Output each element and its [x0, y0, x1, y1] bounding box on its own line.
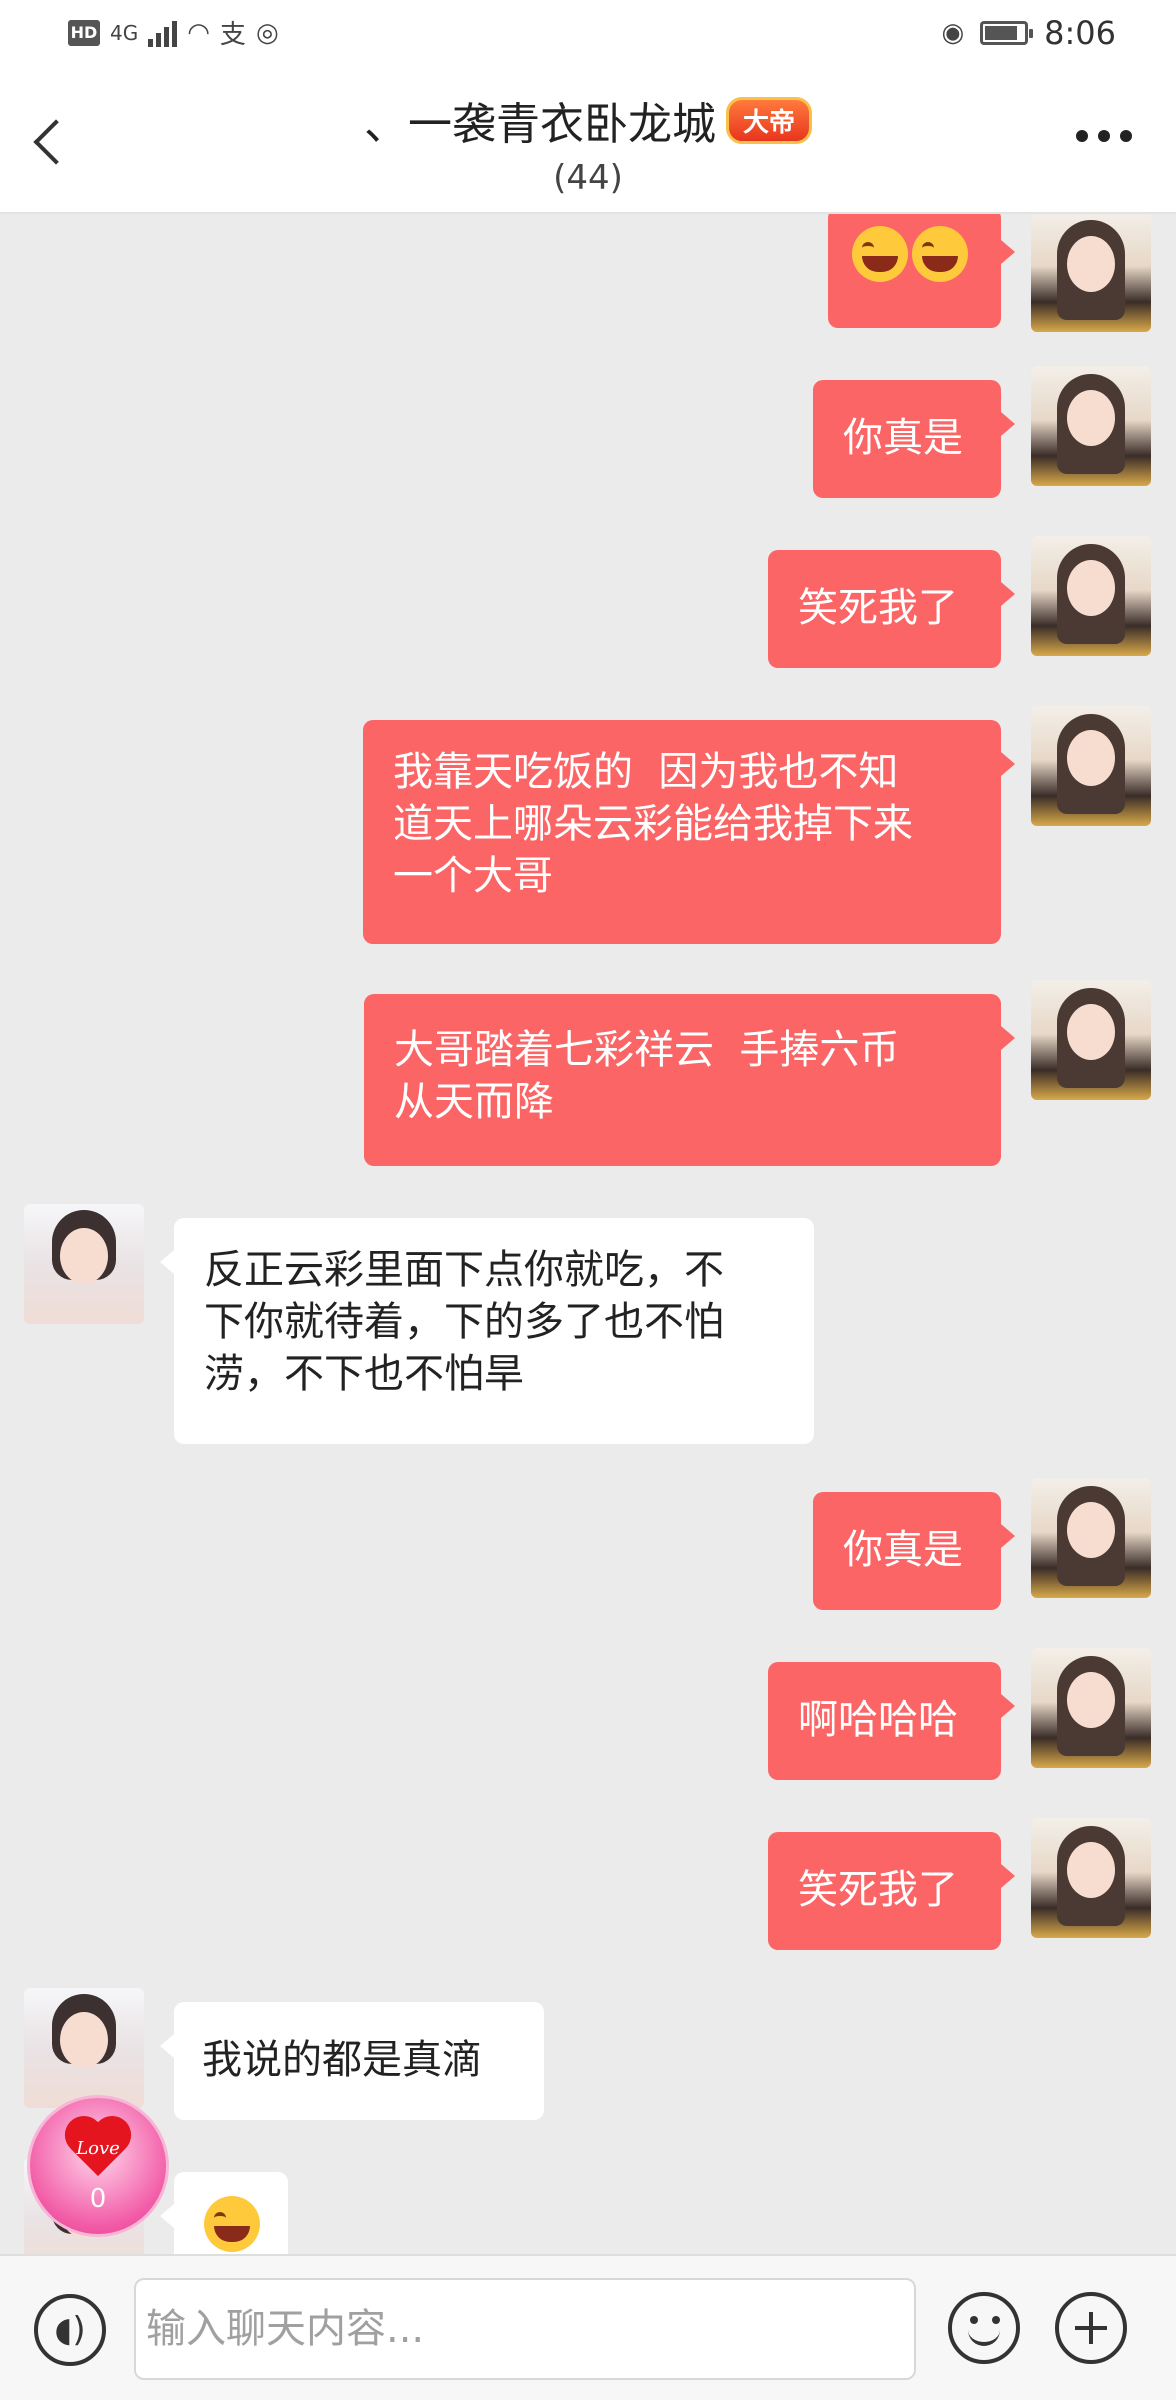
input-bar: ◖)	[0, 2254, 1176, 2400]
message-list[interactable]: 你真是 笑死我了 我靠天吃饭的 因为我也不知 道天上哪朵云彩能给我掉下来 一个大…	[0, 214, 1176, 2254]
message-bubble[interactable]: 我说的都是真滴	[160, 2002, 544, 2120]
alipay-icon: 支	[219, 20, 246, 50]
message-text: 你真是	[843, 415, 963, 461]
love-widget[interactable]: Love 0	[30, 2098, 166, 2234]
clock: 8:06	[1044, 14, 1116, 52]
message-text: 笑死我了	[798, 1867, 958, 1913]
wifi-icon: ◠	[187, 17, 210, 48]
message-text: 你真是	[843, 1527, 963, 1573]
hd-icon: HD	[68, 19, 100, 46]
message-text: 笑死我了	[798, 585, 958, 631]
message-text: 大哥踏着七彩祥云 手捧六币 从天而降	[394, 1027, 900, 1125]
message-bubble[interactable]: 啊哈哈哈	[768, 1662, 1015, 1780]
weibo-icon: ◎	[255, 17, 279, 48]
message-text: 我靠天吃饭的 因为我也不知 道天上哪朵云彩能给我掉下来 一个大哥	[393, 749, 913, 899]
message-bubble[interactable]: 你真是	[813, 380, 1015, 498]
my-avatar[interactable]	[1031, 980, 1151, 1100]
message-bubble[interactable]: 反正云彩里面下点你就吃，不 下你就待着，下的多了也不怕 涝，不下也不怕旱	[160, 1218, 814, 1444]
message-text: 我说的都是真滴	[202, 2037, 482, 2083]
message-bubble[interactable]: 我靠天吃饭的 因为我也不知 道天上哪朵云彩能给我掉下来 一个大哥	[363, 720, 1015, 944]
message-text: 啊哈哈哈	[798, 1697, 958, 1743]
contact-avatar[interactable]	[24, 1988, 144, 2108]
message-bubble[interactable]: 你真是	[813, 1492, 1015, 1610]
grin-emoji-icon	[912, 226, 968, 282]
chat-input[interactable]	[134, 2278, 916, 2380]
message-bubble[interactable]	[828, 214, 1015, 328]
member-count: (44)	[553, 158, 623, 198]
status-bar: HD 4G ◠ 支 ◎ ◉ 8:06	[0, 0, 1176, 70]
network-type: 4G	[110, 20, 139, 45]
sound-wave-icon: ◖)	[54, 2310, 86, 2350]
my-avatar[interactable]	[1031, 706, 1151, 826]
my-avatar[interactable]	[1031, 1818, 1151, 1938]
chat-title: 、一袭青衣卧龙城	[363, 99, 716, 150]
more-options-button[interactable]	[1076, 130, 1132, 142]
my-avatar[interactable]	[1031, 366, 1151, 486]
rank-badge: 大帝	[725, 96, 812, 144]
signal-icon	[148, 19, 178, 47]
eye-icon: ◉	[941, 18, 965, 48]
message-bubble[interactable]: 笑死我了	[768, 1832, 1015, 1950]
my-avatar[interactable]	[1031, 1478, 1151, 1598]
grin-emoji-icon	[852, 226, 908, 282]
emoji-button[interactable]	[948, 2292, 1020, 2364]
contact-avatar[interactable]	[24, 1204, 144, 1324]
message-bubble[interactable]	[160, 2172, 288, 2254]
battery-icon	[980, 21, 1034, 45]
love-count: 0	[89, 2184, 107, 2214]
message-bubble[interactable]: 笑死我了	[768, 550, 1015, 668]
plus-button[interactable]	[1055, 2292, 1127, 2364]
love-label: Love	[76, 2138, 120, 2159]
my-avatar[interactable]	[1031, 214, 1151, 332]
message-text: 反正云彩里面下点你就吃，不 下你就待着，下的多了也不怕 涝，不下也不怕旱	[204, 1247, 724, 1397]
my-avatar[interactable]	[1031, 536, 1151, 656]
grin-emoji-icon	[204, 2196, 260, 2252]
message-bubble[interactable]: 大哥踏着七彩祥云 手捧六币 从天而降	[364, 994, 1015, 1166]
chat-header: 、一袭青衣卧龙城 大帝 (44)	[0, 70, 1176, 214]
my-avatar[interactable]	[1031, 1648, 1151, 1768]
voice-input-button[interactable]: ◖)	[34, 2294, 106, 2366]
